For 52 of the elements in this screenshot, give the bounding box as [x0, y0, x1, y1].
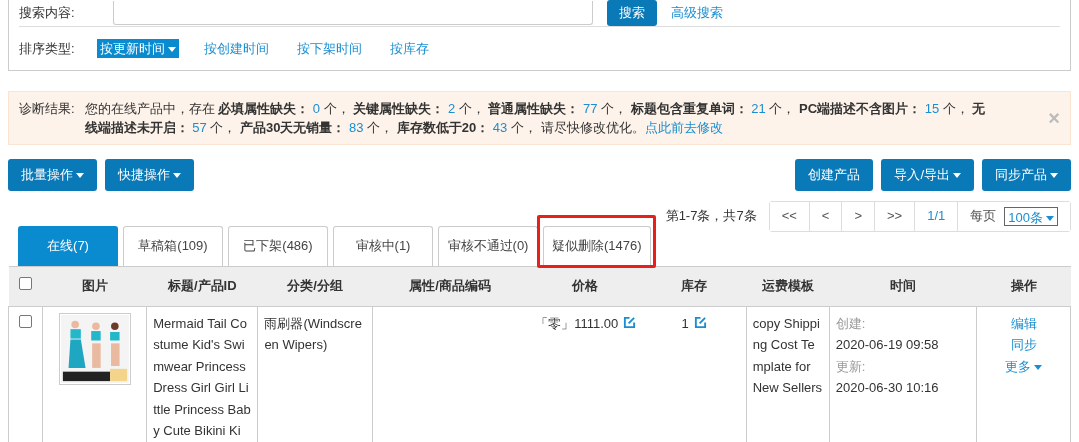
column-header: 库存	[681, 278, 708, 294]
status-tab[interactable]: 审核中(1)	[333, 225, 433, 266]
advanced-search-link[interactable]: 高级搜索	[670, 3, 723, 23]
sort-label: 排序类型:	[19, 39, 75, 58]
edit-icon[interactable]	[693, 315, 707, 329]
diagnosis-text: 您的在线产品中，存在 必填属性缺失： 0 个， 关键属性缺失： 2 个， 普通属性缺失： 77 个， 标题包含重复单词： 21 个， PC端描述不含图片： 15 个， 无线端描述未开启： 57 个， 产品30天无销量： 83 个， 库存数低于20： 43 个， 请尽快修改优化。点此前去修改	[84, 100, 987, 137]
action-link[interactable]: 同步	[983, 334, 1064, 356]
toolbar-button[interactable]: 导入/导出	[881, 159, 974, 191]
shipping-template: copy Shipping Cost Template for New Sellers	[752, 315, 823, 395]
search-label: 搜索内容:	[19, 4, 75, 23]
column-header: 操作	[1010, 278, 1037, 294]
product-stock: 1	[681, 315, 689, 331]
status-tab[interactable]: 已下架(486)	[228, 225, 328, 266]
toolbar-button[interactable]: 快捷操作	[105, 159, 194, 191]
fix-link[interactable]: 点此前去修改	[644, 120, 723, 135]
status-tab[interactable]: 疑似删除(1476)	[543, 225, 651, 266]
page-button[interactable]: <<	[769, 201, 810, 231]
per-page-label: 每页	[970, 207, 997, 226]
status-tab[interactable]: 在线(7)	[18, 225, 118, 266]
pagination-summary: 第1-7条，共7条	[665, 207, 757, 226]
edit-icon[interactable]	[623, 315, 637, 329]
per-page-select[interactable]: 100条	[1004, 206, 1058, 226]
product-price: 「零」1111.00	[535, 315, 619, 331]
toolbar-button[interactable]: 同步产品	[982, 159, 1071, 191]
time-value: 2020-06-19 09:58	[835, 336, 940, 354]
column-header: 运费模板	[761, 278, 814, 294]
column-header: 价格	[572, 278, 599, 294]
column-header: 图片	[81, 278, 108, 294]
action-link[interactable]: 编辑	[983, 312, 1064, 334]
sort-option[interactable]: 按更新时间	[96, 38, 179, 59]
sort-option[interactable]: 按下架时间	[293, 38, 365, 59]
status-tab[interactable]: 草稿箱(109)	[123, 225, 223, 266]
product-category: 雨刷器(Windscreen Wipers)	[264, 315, 362, 352]
diagnosis-label: 诊断结果:	[19, 100, 75, 118]
search-button[interactable]: 搜索	[606, 0, 657, 26]
product-title: Mermaid Tail Costume Kid's Swimwear Princess Dress Girl Girl Little Princess Baby Cute Bikini Ki	[153, 315, 251, 438]
status-tab[interactable]: 审核不通过(0)	[438, 225, 538, 266]
time-label: 更新:	[835, 357, 867, 376]
toolbar-button[interactable]: 创建产品	[795, 159, 874, 191]
time-label: 创建:	[835, 314, 867, 333]
column-header: 标题/产品ID	[167, 278, 237, 294]
column-header: 时间	[890, 278, 917, 294]
action-link[interactable]: 更多	[983, 355, 1064, 377]
select-all-checkbox[interactable]	[19, 277, 33, 291]
search-field[interactable]	[112, 1, 593, 25]
row-checkbox[interactable]	[19, 314, 33, 328]
sort-option[interactable]: 按创建时间	[200, 38, 272, 59]
time-value: 2020-06-30 10:16	[835, 379, 940, 397]
sort-option[interactable]: 按库存	[386, 38, 432, 59]
toolbar-button[interactable]: 批量操作	[8, 159, 97, 191]
column-header: 属性/商品编码	[409, 278, 491, 294]
column-header: 分类/分组	[287, 278, 343, 294]
